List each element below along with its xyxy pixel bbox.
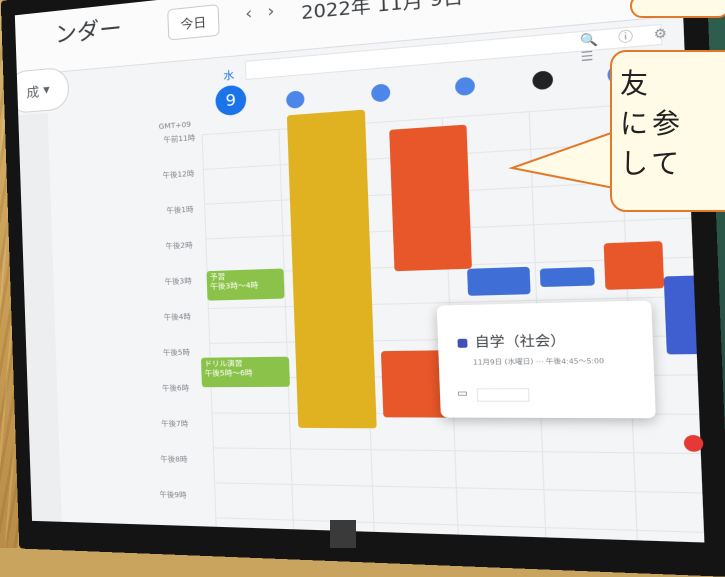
timezone-label: GMT+09 — [158, 120, 192, 132]
event-yoshu[interactable]: 予習 午後3時～4時 — [206, 268, 285, 301]
hour-label: 午後7時 — [161, 419, 189, 429]
hour-label: 午後12時 — [162, 169, 195, 180]
hour-label: 午後8時 — [160, 455, 188, 464]
event-time: 午後3時～4時 — [210, 281, 259, 292]
day-number[interactable]: 9 — [215, 84, 247, 117]
attendee-avatar[interactable] — [454, 76, 476, 97]
hour-label: 午後5時 — [162, 348, 191, 358]
event-blue-small[interactable] — [539, 266, 595, 288]
event-red-right[interactable] — [603, 241, 665, 290]
hour-label: 午後2時 — [165, 241, 193, 251]
event-color-dot — [457, 338, 468, 348]
day-of-week: 水 — [223, 70, 235, 83]
event-drill[interactable]: ドリル演習 午後5時～6時 — [200, 356, 291, 388]
speech-bubble-text: 友 に参 して — [620, 67, 685, 180]
event-blue-right[interactable] — [663, 275, 705, 355]
hour-label: 午前11時 — [163, 133, 196, 145]
event-detail-popup[interactable]: 自学（社会） 11月9日 (水曜日) ⋯ 午後4:45～5:00 ▭ — [436, 300, 656, 419]
popup-subtitle: 11月9日 (水曜日) ⋯ 午後4:45～5:00 — [472, 357, 605, 367]
attendee-avatar[interactable] — [286, 90, 305, 109]
monitor-stand — [330, 520, 356, 548]
event-blue-jigaku[interactable] — [467, 266, 531, 296]
create-button[interactable]: 成 ▾ — [14, 66, 70, 115]
hour-label: 午後4時 — [163, 312, 192, 322]
create-label: 成 — [26, 84, 40, 101]
calendar-icon: ▭ — [456, 388, 468, 400]
hour-label: 午後6時 — [161, 384, 190, 393]
calendar-screen: ンダー 今日 ‹ › 2022年 11月 9日 成 ▾ 🔍 ⓘ ⚙ ☰ 水 9 … — [14, 0, 705, 543]
previous-day-button[interactable]: ‹ — [245, 3, 253, 24]
event-yellow-block[interactable] — [286, 109, 377, 429]
hour-label: 午後10時 — [153, 525, 186, 536]
power-light — [683, 434, 704, 452]
speech-bubble-top — [630, 0, 725, 18]
app-title: ンダー — [54, 16, 123, 49]
event-orange-block[interactable] — [389, 124, 472, 272]
attendee-avatar[interactable] — [532, 70, 554, 91]
redacted-field — [476, 388, 530, 402]
hour-label: 午後9時 — [159, 490, 187, 500]
today-button[interactable]: 今日 — [167, 4, 220, 41]
attendee-avatar[interactable] — [370, 83, 391, 103]
event-time: 午後5時～6時 — [204, 368, 253, 378]
popup-title: 自学（社会） — [474, 332, 567, 350]
hour-label: 午後1時 — [166, 205, 194, 216]
next-day-button[interactable]: › — [267, 0, 275, 21]
current-date: 2022年 11月 9日 — [300, 0, 464, 25]
hour-label: 午後3時 — [164, 276, 192, 287]
sidebar — [18, 112, 63, 539]
